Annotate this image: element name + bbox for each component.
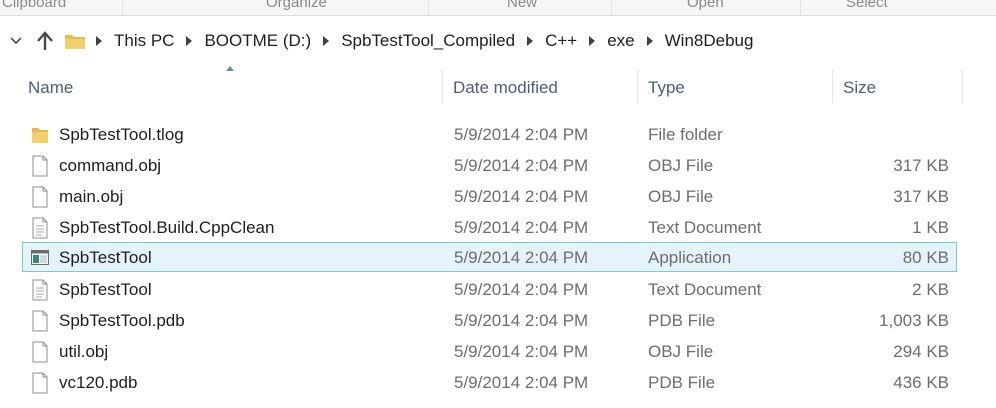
text-file-icon: [32, 279, 48, 301]
file-size: 2 KB: [912, 280, 949, 299]
file-name: main.obj: [59, 187, 124, 206]
column-header-size[interactable]: Size: [843, 66, 876, 104]
ribbon-divider: [611, 0, 612, 15]
file-row[interactable]: util.obj 5/9/2014 2:04 PM OBJ File 294 K…: [22, 336, 957, 366]
column-header-date-modified[interactable]: Date modified: [453, 66, 558, 104]
application-icon: [31, 250, 49, 265]
file-name: util.obj: [59, 342, 109, 361]
file-row[interactable]: SpbTestTool.Build.CppClean 5/9/2014 2:04…: [22, 212, 957, 242]
column-divider[interactable]: [962, 70, 963, 104]
recent-locations-button[interactable]: [8, 27, 24, 55]
file-size: 317 KB: [893, 187, 949, 206]
file-name: SpbTestTool.pdb: [59, 311, 185, 330]
ribbon-divider: [800, 0, 801, 15]
breadcrumb-folder[interactable]: SpbTestTool_Compiled: [341, 31, 515, 51]
file-size: 436 KB: [893, 373, 949, 392]
ribbon-group-open: Open: [687, 0, 724, 11]
file-date-modified: 5/9/2014 2:04 PM: [454, 125, 589, 144]
file-date-modified: 5/9/2014 2:04 PM: [454, 248, 589, 267]
chevron-down-icon: [10, 37, 22, 45]
file-size: 1 KB: [912, 218, 949, 237]
file-icon: [32, 341, 48, 363]
file-icon: [32, 310, 48, 332]
file-date-modified: 5/9/2014 2:04 PM: [454, 156, 589, 175]
file-row[interactable]: SpbTestTool 5/9/2014 2:04 PM Text Docume…: [22, 274, 957, 304]
file-date-modified: 5/9/2014 2:04 PM: [454, 373, 589, 392]
file-row[interactable]: SpbTestTool.tlog 5/9/2014 2:04 PM File f…: [22, 119, 957, 149]
breadcrumb-this-pc[interactable]: This PC: [114, 31, 174, 51]
sort-ascending-icon: [226, 66, 234, 71]
file-date-modified: 5/9/2014 2:04 PM: [454, 311, 589, 330]
ribbon-group-organize: Organize: [266, 0, 327, 11]
file-size: 80 KB: [902, 248, 949, 267]
breadcrumb-folder[interactable]: exe: [607, 31, 634, 51]
file-type: OBJ File: [648, 342, 714, 361]
ribbon-group-select: Select: [846, 0, 888, 11]
breadcrumb-separator[interactable]: [589, 36, 596, 46]
ribbon-divider: [428, 0, 429, 15]
file-type: OBJ File: [648, 187, 714, 206]
up-button[interactable]: [34, 27, 56, 55]
file-type: Text Document: [648, 280, 762, 299]
file-type: PDB File: [648, 373, 716, 392]
breadcrumb-separator[interactable]: [96, 36, 102, 46]
folder-icon: [32, 128, 48, 143]
file-name: command.obj: [59, 156, 162, 175]
file-type: File folder: [648, 125, 723, 144]
ribbon-divider: [122, 0, 123, 15]
breadcrumb-current-folder[interactable]: Win8Debug: [665, 31, 754, 51]
up-arrow-icon: [37, 31, 53, 50]
breadcrumb-separator[interactable]: [186, 36, 193, 46]
file-name: SpbTestTool: [59, 280, 152, 299]
breadcrumb-drive[interactable]: BOOTME (D:): [204, 31, 311, 51]
file-icon: [32, 155, 48, 177]
file-row[interactable]: main.obj 5/9/2014 2:04 PM OBJ File 317 K…: [22, 181, 957, 211]
breadcrumb-separator[interactable]: [646, 36, 653, 46]
file-date-modified: 5/9/2014 2:04 PM: [454, 342, 589, 361]
ribbon-group-labels: Clipboard Organize New Open Select: [0, 0, 996, 16]
breadcrumb-folder[interactable]: C++: [545, 31, 577, 51]
file-type: PDB File: [648, 311, 716, 330]
file-name: SpbTestTool.Build.CppClean: [59, 218, 275, 237]
column-divider[interactable]: [832, 70, 833, 104]
file-date-modified: 5/9/2014 2:04 PM: [454, 280, 589, 299]
column-divider[interactable]: [442, 70, 443, 104]
column-divider[interactable]: [637, 70, 638, 104]
file-name: SpbTestTool.tlog: [59, 125, 184, 144]
file-type: Application: [648, 248, 732, 267]
file-icon: [32, 372, 48, 394]
breadcrumb-separator[interactable]: [323, 36, 330, 46]
file-name: vc120.pdb: [59, 373, 138, 392]
file-type: Text Document: [648, 218, 762, 237]
breadcrumb-separator[interactable]: [527, 36, 534, 46]
folder-icon: [65, 35, 85, 49]
file-row[interactable]: SpbTestTool.pdb 5/9/2014 2:04 PM PDB Fil…: [22, 305, 957, 335]
text-file-icon: [32, 217, 48, 239]
file-name: SpbTestTool: [59, 248, 152, 267]
column-header-type[interactable]: Type: [648, 66, 685, 104]
file-row[interactable]: command.obj 5/9/2014 2:04 PM OBJ File 31…: [22, 150, 957, 180]
file-date-modified: 5/9/2014 2:04 PM: [454, 187, 589, 206]
column-headers: Name Date modified Type Size: [0, 66, 996, 104]
file-size: 317 KB: [893, 156, 949, 175]
ribbon-group-clipboard: Clipboard: [2, 0, 67, 11]
column-header-name[interactable]: Name: [28, 66, 73, 104]
file-date-modified: 5/9/2014 2:04 PM: [454, 218, 589, 237]
ribbon-group-new: New: [507, 0, 538, 11]
file-size: 294 KB: [893, 342, 949, 361]
file-icon: [32, 186, 48, 208]
file-size: 1,003 KB: [879, 311, 949, 330]
file-row-selected[interactable]: SpbTestTool 5/9/2014 2:04 PM Application…: [22, 242, 957, 272]
file-row[interactable]: vc120.pdb 5/9/2014 2:04 PM PDB File 436 …: [22, 367, 957, 397]
file-type: OBJ File: [648, 156, 714, 175]
address-bar[interactable]: This PC BOOTME (D:) SpbTestTool_Compiled…: [0, 27, 996, 55]
breadcrumb: This PC BOOTME (D:) SpbTestTool_Compiled…: [64, 27, 753, 55]
